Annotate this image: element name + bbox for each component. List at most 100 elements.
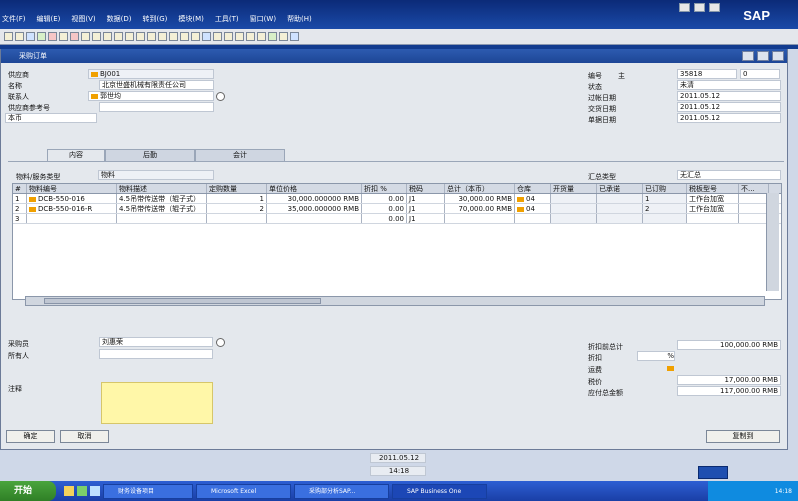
col-header-more[interactable]: 不... (739, 184, 769, 193)
link-arrow-icon[interactable] (29, 196, 36, 202)
cell-item-no[interactable]: DCB-550-016-R (27, 204, 117, 213)
email-icon[interactable] (26, 32, 35, 41)
col-header-committed[interactable]: 已承诺 (597, 184, 643, 193)
alert-icon[interactable] (279, 32, 288, 41)
cell-total[interactable] (445, 214, 515, 223)
cell-quantity[interactable] (207, 214, 267, 223)
posting-date-field[interactable]: 2011.05.12 (677, 91, 781, 101)
cell-warehouse[interactable] (515, 214, 551, 223)
cell-total[interactable]: 30,000.00 RMB (445, 194, 515, 203)
copy-to-button[interactable]: 复制到 (706, 430, 780, 443)
col-header-discount[interactable]: 折扣 % (362, 184, 407, 193)
pdf-icon[interactable] (48, 32, 57, 41)
remark-textarea[interactable] (101, 382, 213, 424)
cell-quantity[interactable]: 1 (207, 194, 267, 203)
window-minimize-icon[interactable] (742, 51, 754, 61)
form-settings-icon[interactable] (235, 32, 244, 41)
window-maximize-icon[interactable] (757, 51, 769, 61)
menu-window[interactable]: 窗口(W) (250, 13, 276, 25)
cell-total[interactable]: 70,000.00 RMB (445, 204, 515, 213)
discount-pct-field[interactable]: % (637, 351, 675, 361)
contact-field[interactable]: 郭世均 (88, 91, 214, 101)
excel-icon[interactable] (37, 32, 46, 41)
table-row[interactable]: 3 0.00 J1 (13, 214, 781, 224)
next-record-icon[interactable] (125, 32, 134, 41)
first-record-icon[interactable] (103, 32, 112, 41)
col-header-unit-price[interactable]: 单位价格 (267, 184, 362, 193)
explorer-icon[interactable] (90, 486, 100, 496)
close-doc-icon[interactable] (70, 32, 79, 41)
settings-icon[interactable] (257, 32, 266, 41)
col-header-quantity[interactable]: 定购数量 (207, 184, 267, 193)
item-type-select[interactable]: 物料 (98, 170, 214, 180)
cell-model[interactable]: 工作台加宽 (687, 204, 739, 213)
cell-model[interactable]: 工作台加宽 (687, 194, 739, 203)
table-horizontal-scrollbar[interactable] (25, 296, 765, 306)
last-record-icon[interactable] (136, 32, 145, 41)
link-arrow-icon[interactable] (517, 206, 524, 212)
ie-icon[interactable] (64, 486, 74, 496)
menu-data[interactable]: 数据(D) (107, 13, 132, 25)
payment-icon[interactable] (202, 32, 211, 41)
volume-icon[interactable] (224, 32, 233, 41)
cell-description[interactable] (117, 214, 207, 223)
add-icon[interactable] (92, 32, 101, 41)
menu-view[interactable]: 视图(V) (71, 13, 95, 25)
tray-clock[interactable]: 14:18 (775, 488, 792, 495)
link-arrow-icon[interactable] (29, 206, 36, 212)
buyer-select[interactable]: 刘惠荣 (99, 337, 213, 347)
cell-tax-code[interactable]: J1 (407, 214, 445, 223)
cancel-button[interactable]: 取消 (60, 430, 109, 443)
cell-more[interactable] (739, 194, 769, 203)
table-vertical-scrollbar[interactable] (766, 193, 779, 291)
cell-tax-code[interactable]: J1 (407, 204, 445, 213)
cell-description[interactable]: 4.5吊带传送带（辊子式） (117, 204, 207, 213)
cell-unit-price[interactable]: 35,000.000000 RMB (267, 204, 362, 213)
gross-profit-icon[interactable] (213, 32, 222, 41)
cell-unit-price[interactable] (267, 214, 362, 223)
cell-description[interactable]: 4.5吊带传送带（辊子式） (117, 194, 207, 203)
doc-date-field[interactable]: 2011.05.12 (677, 113, 781, 123)
col-header-item-no[interactable]: 物料编号 (27, 184, 117, 193)
vendor-name-field[interactable]: 北京世盛机械有限责任公司 (99, 80, 214, 90)
tab-accounting[interactable]: 会计 (195, 149, 285, 161)
target-doc-icon[interactable] (180, 32, 189, 41)
menu-modules[interactable]: 模块(M) (178, 13, 204, 25)
col-header-total[interactable]: 总计（本币） (445, 184, 515, 193)
cell-discount[interactable]: 0.00 (362, 194, 407, 203)
message-icon[interactable] (268, 32, 277, 41)
currency-select[interactable]: 本币 (5, 113, 97, 123)
cell-more[interactable] (739, 214, 769, 223)
lock-icon[interactable] (246, 32, 255, 41)
col-header-warehouse[interactable]: 仓库 (515, 184, 551, 193)
task-item[interactable]: 采购部分析SAP... (294, 483, 389, 499)
vendor-code-field[interactable]: BJ001 (88, 69, 214, 79)
prev-record-icon[interactable] (114, 32, 123, 41)
link-arrow-icon[interactable] (517, 196, 524, 202)
base-doc-icon[interactable] (169, 32, 178, 41)
sort-icon[interactable] (158, 32, 167, 41)
word-icon[interactable] (59, 32, 68, 41)
cell-tax-code[interactable]: J1 (407, 194, 445, 203)
close-icon[interactable] (709, 3, 720, 12)
cell-discount[interactable]: 0.00 (362, 214, 407, 223)
tab-contents[interactable]: 内容 (47, 149, 105, 161)
print-icon[interactable] (4, 32, 13, 41)
summary-type-select[interactable]: 无汇总 (677, 170, 781, 180)
col-header-model[interactable]: 税板型号 (687, 184, 739, 193)
vendor-ref-field[interactable] (99, 102, 214, 112)
doc-no-field[interactable]: 35818 (677, 69, 737, 79)
cell-quantity[interactable]: 2 (207, 204, 267, 213)
cell-item-no[interactable]: DCB-550-016 (27, 194, 117, 203)
cell-unit-price[interactable]: 30,000.000000 RMB (267, 194, 362, 203)
freight-arrow-icon[interactable] (667, 366, 674, 371)
cell-warehouse[interactable]: 04 (515, 204, 551, 213)
link-arrow-icon[interactable] (91, 71, 98, 77)
filter-icon[interactable] (147, 32, 156, 41)
col-header-num[interactable]: # (13, 184, 27, 193)
scrollbar-thumb[interactable] (44, 298, 321, 304)
menu-tools[interactable]: 工具(T) (215, 13, 239, 25)
link-arrow-icon[interactable] (91, 93, 98, 99)
help-icon[interactable] (290, 32, 299, 41)
quick-launch-icon[interactable] (698, 466, 728, 479)
